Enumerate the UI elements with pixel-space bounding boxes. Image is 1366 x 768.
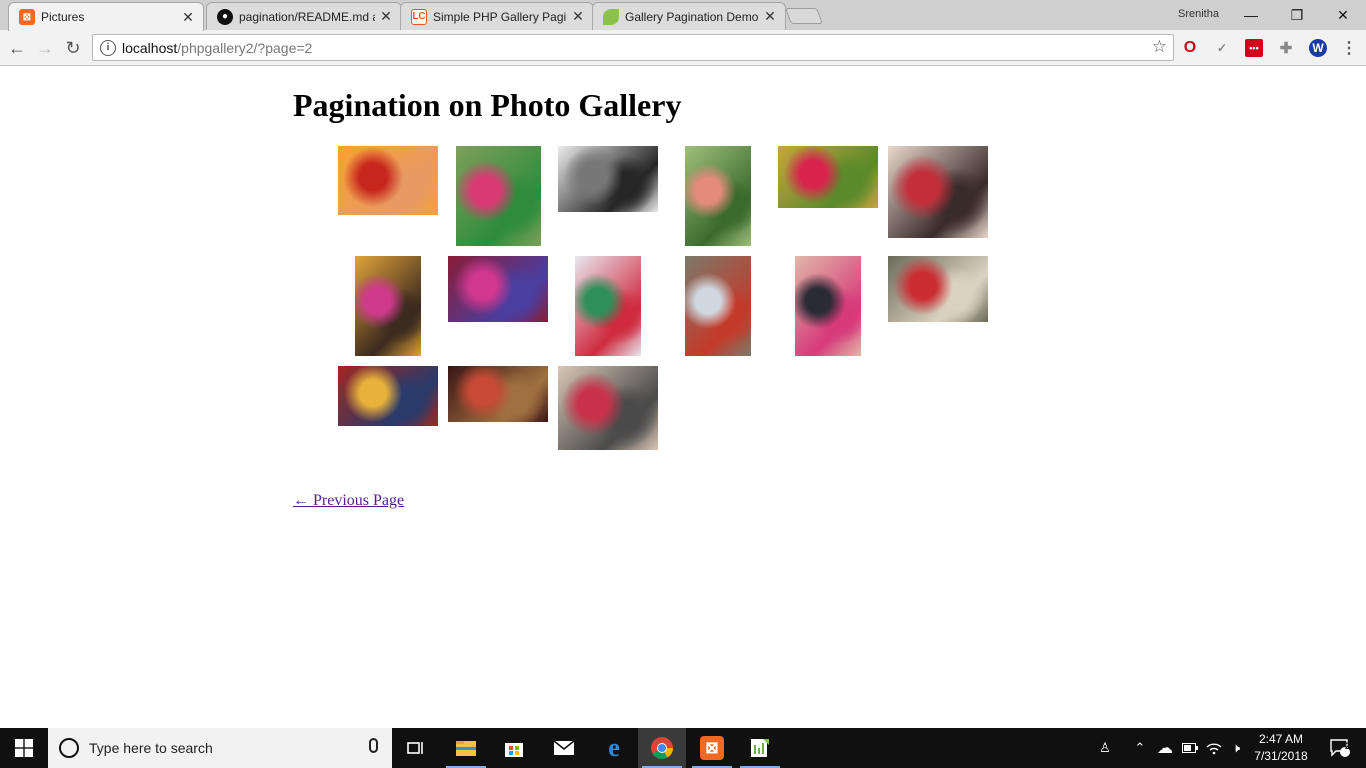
edge-icon[interactable]: e [590, 728, 638, 768]
opera-icon[interactable]: O [1181, 39, 1199, 57]
gallery-photo-couple-wedding-hall[interactable] [575, 256, 641, 356]
new-tab-button[interactable] [785, 8, 823, 24]
profile-name[interactable]: Srenitha [1178, 8, 1219, 20]
people-icon[interactable]: ♙ [1094, 728, 1116, 768]
minimize-icon[interactable]: — [1228, 0, 1274, 30]
address-bar[interactable]: i localhost/phpgallery2/?page=2 ☆ [92, 34, 1174, 61]
gallery-photo-couple-outdoor-seated[interactable] [558, 366, 658, 450]
gallery-cell [333, 256, 443, 356]
back-arrow-icon[interactable]: ← [5, 36, 29, 60]
windows-taskbar: Type here to search e ⊠ ♙ ⌃ ☁ 🕨 2:47 AM … [0, 728, 1366, 768]
wifi-icon[interactable] [1204, 728, 1224, 768]
puzzle-icon[interactable]: ✚ [1277, 39, 1295, 57]
url-path: /phpgallery2/?page=2 [177, 39, 313, 56]
gallery-cell [553, 366, 663, 466]
previous-page-link[interactable]: ← Previous Page [293, 492, 404, 510]
start-button[interactable] [0, 728, 48, 768]
tab-github-readme[interactable]: ● pagination/README.md a ✕ [206, 2, 402, 30]
gallery-photo-couple-chandelier[interactable] [355, 256, 421, 356]
xampp-taskbar-icon[interactable]: ⊠ [688, 728, 736, 768]
microphone-icon[interactable] [369, 738, 378, 753]
page-title: Pagination on Photo Gallery [293, 87, 682, 123]
gallery-photo-bride-twirl-lehenga[interactable] [448, 256, 548, 322]
search-placeholder: Type here to search [89, 740, 213, 756]
bookmark-star-icon[interactable]: ☆ [1152, 37, 1167, 57]
chrome-icon[interactable] [638, 728, 686, 768]
task-view-icon[interactable] [392, 728, 440, 768]
battery-icon[interactable] [1180, 728, 1200, 768]
gallery-cell [443, 256, 553, 356]
xampp-icon: ⊠ [19, 9, 35, 25]
lastpass-icon[interactable]: ••• [1245, 39, 1263, 57]
notepad-plus-icon[interactable] [736, 728, 784, 768]
gallery-cell [333, 146, 443, 246]
tab-simple-php-gallery[interactable]: LC Simple PHP Gallery Pagin ✕ [400, 2, 594, 30]
gallery-cell [553, 146, 663, 246]
gallery-cell [883, 256, 993, 356]
gallery-cell [333, 366, 443, 466]
store-icon[interactable] [490, 728, 538, 768]
windows-logo-icon [15, 739, 33, 757]
window-close-icon[interactable]: ✕ [1320, 0, 1366, 30]
clock-date: 7/31/2018 [1254, 749, 1308, 763]
clock-time: 2:47 AM [1258, 732, 1304, 746]
close-icon[interactable]: ✕ [763, 8, 777, 25]
checkmark-icon[interactable]: ✓ [1213, 39, 1231, 57]
volume-muted-icon[interactable]: 🕨 [1226, 728, 1246, 768]
gallery-photo-black-white-couple[interactable] [558, 146, 658, 212]
gallery-cell [663, 146, 773, 246]
gallery-cell [773, 146, 883, 246]
gallery-cell [883, 146, 993, 246]
gallery-photo-couple-by-tree[interactable] [685, 256, 751, 356]
w-extension-icon[interactable]: W [1309, 39, 1327, 57]
onedrive-icon[interactable]: ☁ [1154, 728, 1176, 768]
notification-count: 2 [1345, 741, 1351, 751]
mail-icon[interactable] [540, 728, 588, 768]
gallery-photo-couple-green-field[interactable] [685, 146, 751, 246]
taskbar-search[interactable]: Type here to search [48, 728, 392, 768]
reload-icon[interactable]: ↻ [61, 36, 85, 60]
gallery-cell [443, 146, 553, 246]
lc-icon: LC [411, 8, 427, 25]
file-explorer-icon[interactable] [442, 728, 490, 768]
tab-title: Simple PHP Gallery Pagin [433, 9, 567, 24]
tab-title: pagination/README.md a [239, 9, 375, 24]
cortana-icon [59, 738, 79, 758]
gallery-photo-couple-dark-red[interactable] [448, 366, 548, 422]
browser-toolbar: ← → ↻ i localhost/phpgallery2/?page=2 ☆ … [0, 30, 1366, 66]
show-hidden-icons-chevron[interactable]: ⌃ [1130, 728, 1150, 768]
info-icon[interactable]: i [100, 39, 116, 56]
restore-icon[interactable]: ❐ [1274, 0, 1320, 30]
page-content: Pagination on Photo Gallery ← Previous P… [0, 67, 1366, 728]
leaf-icon [603, 8, 619, 25]
gallery-photo-couple-embrace[interactable] [888, 146, 988, 238]
action-center-icon[interactable]: 2 [1320, 728, 1360, 768]
gallery-photo-bride-colorful-bokeh[interactable] [778, 146, 878, 208]
taskbar-clock[interactable]: 2:47 AM 7/31/2018 [1245, 731, 1317, 765]
gallery-photo-couple-on-bench[interactable] [455, 146, 541, 246]
github-icon: ● [217, 8, 233, 25]
gallery-photo-couple-laughing[interactable] [888, 256, 988, 322]
gallery-photo-couple-in-mandap[interactable] [795, 256, 861, 356]
tab-title: Gallery Pagination Demo [625, 9, 759, 24]
gallery-cell [553, 256, 663, 356]
tab-gallery-pagination-demo[interactable]: Gallery Pagination Demo ✕ [592, 2, 786, 30]
tab-strip: ⊠ Pictures ✕ ● pagination/README.md a ✕ … [0, 0, 1366, 31]
close-icon[interactable]: ✕ [571, 8, 585, 25]
gallery-cell [443, 366, 553, 466]
tab-title: Pictures [41, 10, 85, 24]
gallery-photo-hands-mehndi[interactable] [338, 146, 438, 215]
close-icon[interactable]: ✕ [181, 9, 195, 26]
menu-dots-icon[interactable]: ⋮ [1340, 39, 1358, 57]
tab-pictures[interactable]: ⊠ Pictures ✕ [8, 2, 204, 31]
close-icon[interactable]: ✕ [379, 8, 393, 25]
gallery-cell [663, 256, 773, 356]
gallery-photo-indian-wedding-banner[interactable] [338, 366, 438, 426]
gallery-cell [773, 256, 883, 356]
url-host: localhost [122, 39, 178, 56]
forward-arrow-icon[interactable]: → [33, 36, 57, 60]
